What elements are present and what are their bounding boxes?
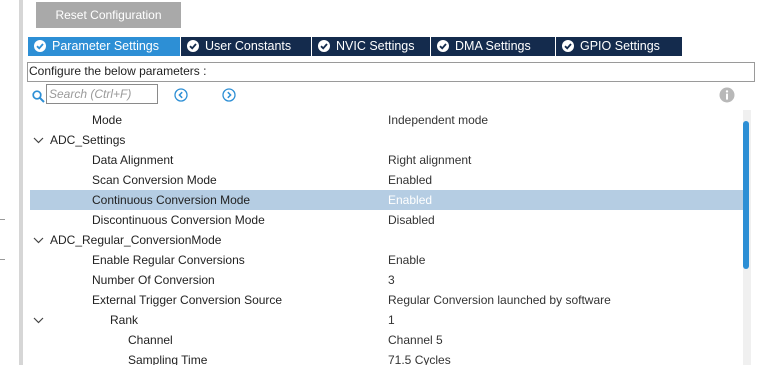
- tab-label: GPIO Settings: [580, 39, 660, 53]
- tab-label: User Constants: [205, 39, 292, 53]
- tree-row-data-alignment[interactable]: Data Alignment Right alignment: [30, 150, 743, 170]
- reset-configuration-button[interactable]: Reset Configuration: [36, 2, 181, 28]
- chevron-down-icon[interactable]: [33, 135, 44, 145]
- group-name: ADC_Settings: [50, 133, 126, 147]
- search-toolbar: [23, 84, 761, 108]
- tree-row-channel[interactable]: Channel Channel 5: [30, 330, 743, 350]
- param-name: Sampling Time: [128, 353, 208, 365]
- tab-user-constants[interactable]: User Constants: [181, 37, 311, 56]
- info-icon[interactable]: [719, 87, 735, 103]
- group-name: ADC_Regular_ConversionMode: [50, 233, 222, 247]
- param-name: Mode: [92, 113, 123, 127]
- param-value[interactable]: Enabled: [388, 193, 432, 207]
- tree-row-sampling-time[interactable]: Sampling Time 71.5 Cycles: [30, 350, 743, 365]
- chevron-left-circle-icon[interactable]: [174, 88, 188, 102]
- param-value[interactable]: 3: [388, 273, 395, 287]
- tree-row-adc-regular-conversionmode[interactable]: ADC_Regular_ConversionMode: [30, 230, 743, 250]
- param-value[interactable]: Enable: [388, 253, 425, 267]
- description-box: Configure the below parameters :: [27, 62, 755, 82]
- check-circle-icon: [34, 40, 46, 52]
- tree-row-scan-conversion-mode[interactable]: Scan Conversion Mode Enabled: [30, 170, 743, 190]
- tree-row-external-trigger-conversion-source[interactable]: External Trigger Conversion Source Regul…: [30, 290, 743, 310]
- tree-row-continuous-conversion-mode[interactable]: Continuous Conversion Mode Enabled: [30, 190, 743, 210]
- param-value[interactable]: Enabled: [388, 173, 432, 187]
- tree-row-discontinuous-conversion-mode[interactable]: Discontinuous Conversion Mode Disabled: [30, 210, 743, 230]
- search-icon: [32, 90, 45, 103]
- param-value[interactable]: 71.5 Cycles: [388, 353, 451, 365]
- parameter-tree: Mode Independent mode ADC_Settings Data …: [30, 110, 743, 365]
- param-value[interactable]: Channel 5: [388, 333, 443, 347]
- tab-gpio-settings[interactable]: GPIO Settings: [556, 37, 682, 56]
- param-name: Continuous Conversion Mode: [92, 193, 251, 207]
- tab-label: DMA Settings: [455, 39, 531, 53]
- gutter-tick: [0, 219, 5, 220]
- check-circle-icon: [562, 40, 574, 52]
- tree-row-number-of-conversion[interactable]: Number Of Conversion 3: [30, 270, 743, 290]
- param-name: Enable Regular Conversions: [92, 253, 245, 267]
- tab-label: NVIC Settings: [336, 39, 415, 53]
- param-value[interactable]: Independent mode: [388, 113, 488, 127]
- tree-row-mode[interactable]: Mode Independent mode: [30, 110, 743, 130]
- chevron-right-circle-icon[interactable]: [222, 88, 236, 102]
- param-name: Scan Conversion Mode: [92, 173, 217, 187]
- check-circle-icon: [187, 40, 199, 52]
- chevron-down-icon[interactable]: [33, 235, 44, 245]
- tree-row-enable-regular-conversions[interactable]: Enable Regular Conversions Enable: [30, 250, 743, 270]
- param-name: External Trigger Conversion Source: [92, 293, 283, 307]
- param-value[interactable]: 1: [388, 313, 395, 327]
- tab-dma-settings[interactable]: DMA Settings: [431, 37, 555, 56]
- search-input[interactable]: [46, 84, 158, 104]
- left-gutter: [0, 0, 19, 365]
- tree-row-rank[interactable]: Rank 1: [30, 310, 743, 330]
- param-name: Number Of Conversion: [92, 273, 215, 287]
- param-value[interactable]: Right alignment: [388, 153, 471, 167]
- gutter-tick: [0, 259, 5, 260]
- configuration-panel: Reset Configuration Parameter Settings U…: [23, 0, 761, 365]
- scrollbar-thumb[interactable]: [743, 121, 749, 269]
- param-value[interactable]: Regular Conversion launched by software: [388, 293, 611, 307]
- chevron-down-icon[interactable]: [33, 315, 44, 325]
- description-text: Configure the below parameters :: [29, 64, 207, 78]
- param-name: Channel: [128, 333, 173, 347]
- tree-row-adc-settings[interactable]: ADC_Settings: [30, 130, 743, 150]
- tab-parameter-settings[interactable]: Parameter Settings: [28, 37, 180, 56]
- check-circle-icon: [437, 40, 449, 52]
- param-name: Rank: [110, 313, 139, 327]
- param-value[interactable]: Disabled: [388, 213, 435, 227]
- tab-nvic-settings[interactable]: NVIC Settings: [312, 37, 430, 56]
- param-name: Discontinuous Conversion Mode: [92, 213, 265, 227]
- param-name: Data Alignment: [92, 153, 174, 167]
- check-circle-icon: [318, 40, 330, 52]
- tab-label: Parameter Settings: [52, 39, 159, 53]
